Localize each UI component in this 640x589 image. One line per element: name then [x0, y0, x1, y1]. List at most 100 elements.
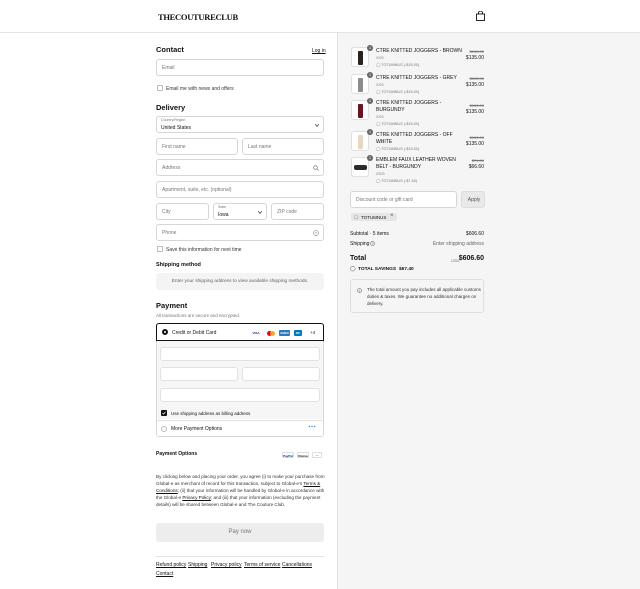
legal-line-4: the Global-e Privacy Policy; and (iii) t… — [156, 495, 321, 500]
product-name: EMBLEM FAUX LEATHER WOVEN BELT - BURGUND… — [376, 157, 456, 170]
quantity-badge: 1 — [367, 129, 373, 135]
product-size: XS/S — [376, 172, 385, 176]
chevron-down-icon — [315, 124, 319, 127]
billing-checkbox[interactable] — [161, 410, 167, 416]
check-icon — [162, 411, 166, 415]
card-number-field[interactable] — [160, 347, 320, 361]
payment-subtitle: All transactions are secure and encrypte… — [156, 313, 241, 318]
svg-text:?: ? — [372, 242, 374, 246]
first-name-field[interactable]: First name — [156, 138, 238, 155]
phone-placeholder: Phone — [162, 230, 177, 236]
footer-refund-link[interactable]: Refund policy — [156, 562, 186, 568]
shopping-bag-icon[interactable] — [476, 11, 485, 21]
shipping-method-title: Shipping method — [156, 262, 201, 268]
product-name: CTRE KNITTED JOGGERS - BROWN — [376, 48, 462, 54]
duties-notice: i The total amount you pay includes all … — [350, 279, 484, 313]
product-image — [351, 47, 369, 67]
card-expiry-field[interactable] — [160, 367, 238, 381]
contact-title: Contact — [156, 45, 184, 54]
help-icon[interactable]: ? — [313, 230, 319, 236]
savings-value: $67.40 — [399, 267, 414, 272]
applied-code: TOTUMNUS — [361, 214, 387, 220]
checkout-form: Contact Log in Email Email me with news … — [0, 33, 337, 589]
discount-placeholder: Discount code or gift card — [356, 197, 413, 203]
quantity-badge: 1 — [367, 98, 373, 104]
apply-label: Apply — [467, 197, 481, 203]
last-name-field[interactable]: Last name — [242, 138, 324, 155]
terms-link-2[interactable]: Conditions — [156, 488, 178, 493]
product-discount: ◯ TOTUMNUS (-$15.00) — [376, 147, 420, 151]
privacy-policy-link[interactable]: Privacy Policy — [182, 495, 211, 500]
product-discount: ◯ TOTUMNUS (-$7.40) — [376, 179, 418, 183]
applied-discount-chip: ◯ TOTUMNUS × — [351, 213, 397, 221]
sale-price: $135.00 — [465, 141, 484, 147]
card-radio[interactable] — [162, 329, 168, 335]
state-select[interactable]: State Iowa — [213, 203, 267, 220]
chevron-down-icon — [258, 211, 262, 214]
original-price: $150.00 — [469, 76, 484, 81]
product-size: XXS — [376, 83, 384, 87]
order-summary: 1 CTRE KNITTED JOGGERS - BROWN XXS ◯ TOT… — [337, 33, 640, 589]
pay-now-button[interactable]: Pay now — [156, 523, 324, 542]
save-info-label: Save this information for next time — [166, 247, 242, 253]
last-name-placeholder: Last name — [248, 144, 272, 150]
total-value: $606.60 — [458, 255, 484, 262]
footer-divider — [156, 556, 324, 557]
footer-privacy-link[interactable]: Privacy policy — [211, 562, 242, 568]
payment-options-title: Payment Options — [156, 451, 198, 457]
diners-icon: DC — [294, 330, 302, 336]
apartment-field[interactable]: Apartment, suite, etc. (optional) — [156, 181, 324, 198]
state-label: State — [218, 205, 227, 209]
paypal-icon: PayPal — [282, 452, 294, 458]
total-label: Total — [350, 255, 367, 262]
tag-icon: ◯ — [376, 122, 381, 126]
legal-line-3: Conditions; (ii) that your information w… — [156, 488, 325, 493]
login-link[interactable]: Log in — [312, 48, 326, 54]
phone-field[interactable]: Phone ? — [156, 224, 324, 241]
search-icon — [313, 165, 319, 171]
site-logo[interactable]: THECOUTURECLUB — [158, 12, 238, 22]
discount-code-field[interactable]: Discount code or gift card — [350, 191, 457, 208]
footer-terms-link[interactable]: Terms of service — [244, 562, 280, 568]
card-name-field[interactable] — [160, 388, 320, 402]
original-price: $150.00 — [469, 103, 484, 108]
country-label: Country/Region — [161, 118, 186, 122]
card-option[interactable]: Credit or Debit Card VISA AMEX DC +4 — [156, 323, 324, 341]
more-options-radio[interactable] — [161, 426, 167, 432]
sale-price: $135.00 — [465, 82, 484, 88]
terms-link[interactable]: Terms & — [303, 481, 320, 486]
tag-icon: ◯ — [376, 147, 381, 151]
zip-placeholder: ZIP code — [277, 209, 297, 215]
city-field[interactable]: City — [156, 203, 209, 220]
footer-cancellations-link[interactable]: Cancellations — [282, 562, 312, 568]
more-dots-icon: ⋯ — [308, 422, 316, 431]
product-name: CTRE KNITTED JOGGERS - BURGUNDY — [376, 100, 442, 113]
remove-code-icon[interactable]: × — [390, 213, 394, 219]
card-cvv-field[interactable] — [242, 367, 320, 381]
footer-contact-link[interactable]: Contact — [156, 571, 173, 577]
original-price: $150.00 — [469, 135, 484, 140]
product-size: XXS — [376, 56, 384, 60]
product-image — [351, 100, 369, 120]
subtotal-value: $606.60 — [465, 231, 484, 237]
product-size: XXS — [376, 115, 384, 119]
savings-label: TOTAL SAVINGS — [358, 267, 397, 272]
card-option-label: Credit or Debit Card — [172, 330, 217, 336]
product-image — [351, 131, 369, 151]
more-payment-option[interactable]: More Payment Options ⋯ — [157, 420, 323, 436]
zip-field[interactable]: ZIP code — [271, 203, 324, 220]
info-icon[interactable]: ? — [370, 241, 375, 246]
save-info-checkbox[interactable] — [157, 246, 163, 252]
original-price: $74.00 — [471, 158, 484, 163]
email-field[interactable]: Email — [156, 59, 324, 76]
quantity-badge: 1 — [367, 155, 373, 161]
country-select[interactable]: Country/Region United States — [156, 116, 324, 133]
address-field[interactable]: Address — [156, 159, 324, 176]
billing-label: Use shipping address as billing address — [171, 411, 251, 416]
visa-icon: VISA — [251, 330, 261, 336]
footer-shipping-link[interactable]: Shipping — [188, 562, 207, 568]
apply-button[interactable]: Apply — [461, 191, 485, 208]
email-placeholder: Email — [162, 65, 175, 71]
news-checkbox[interactable] — [157, 85, 163, 91]
product-discount: ◯ TOTUMNUS (-$15.00) — [376, 122, 420, 126]
